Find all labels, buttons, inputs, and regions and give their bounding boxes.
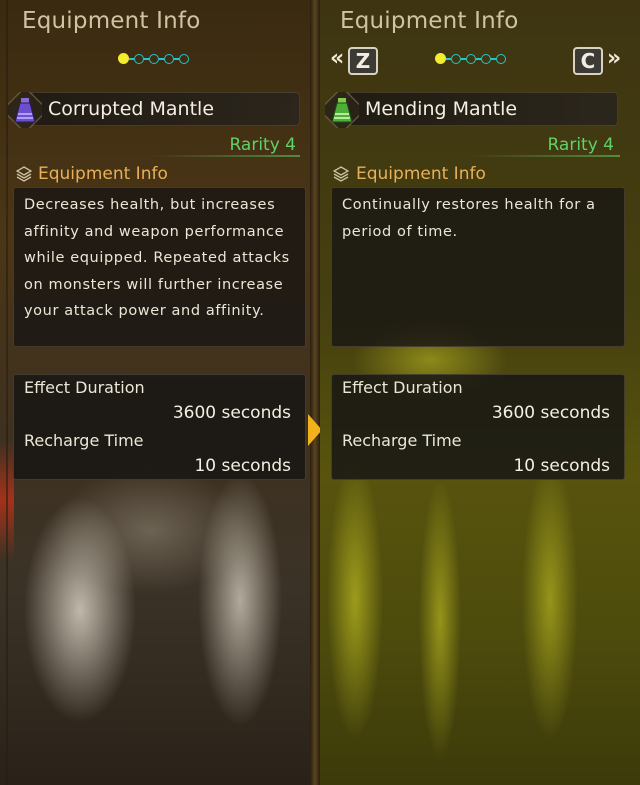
description-box: Continually restores health for a period… <box>331 187 625 347</box>
page-indicator <box>118 53 189 64</box>
page-dot <box>149 53 159 64</box>
page-dot-active <box>435 53 446 64</box>
panel-title: Equipment Info <box>340 8 519 34</box>
double-chevron-right-icon: » <box>607 46 622 71</box>
stats-box: Effect Duration 3600 seconds Recharge Ti… <box>331 374 625 480</box>
effect-duration-label: Effect Duration <box>24 378 145 397</box>
item-name: Corrupted Mantle <box>48 98 215 120</box>
item-description: Continually restores health for a period… <box>342 197 596 240</box>
section-label: Equipment Info <box>356 164 486 184</box>
double-chevron-left-icon: « <box>330 46 345 71</box>
recharge-time-label: Recharge Time <box>24 431 144 450</box>
prev-key-button[interactable]: Z <box>348 47 378 75</box>
effect-duration-label: Effect Duration <box>342 378 463 397</box>
page-dot <box>496 53 506 64</box>
right-equipment-panel: Equipment Info « Z C » Mending Mantle Ra… <box>320 0 640 785</box>
panel-title: Equipment Info <box>22 8 201 34</box>
panel-divider <box>310 0 320 785</box>
rarity-label: Rarity 4 <box>547 135 614 155</box>
page-dot <box>134 53 144 64</box>
rarity-underline <box>470 155 620 157</box>
purple-mantle-icon <box>8 92 42 128</box>
page-dot <box>179 53 189 64</box>
green-mantle-icon <box>325 92 359 128</box>
page-dot <box>481 53 491 64</box>
item-name: Mending Mantle <box>365 98 518 120</box>
section-label: Equipment Info <box>38 164 168 184</box>
description-box: Decreases health, but increases affinity… <box>13 187 306 347</box>
page-dot <box>164 53 174 64</box>
layers-icon <box>16 166 32 182</box>
next-key-button[interactable]: C <box>573 47 603 75</box>
item-description: Decreases health, but increases affinity… <box>24 197 290 319</box>
rarity-underline <box>150 155 300 157</box>
rarity-label: Rarity 4 <box>229 135 296 155</box>
layers-icon <box>333 166 349 182</box>
left-equipment-panel: Equipment Info Corrupted Mantle Rarity 4… <box>0 0 310 785</box>
page-dot-active <box>118 53 129 64</box>
recharge-time-label: Recharge Time <box>342 431 462 450</box>
page-dot <box>451 53 461 64</box>
page-dot <box>466 53 476 64</box>
effect-duration-value: 3600 seconds <box>491 403 610 423</box>
recharge-time-value: 10 seconds <box>194 456 291 476</box>
stats-box: Effect Duration 3600 seconds Recharge Ti… <box>13 374 306 480</box>
recharge-time-value: 10 seconds <box>513 456 610 476</box>
effect-duration-value: 3600 seconds <box>172 403 291 423</box>
page-indicator <box>435 53 506 64</box>
